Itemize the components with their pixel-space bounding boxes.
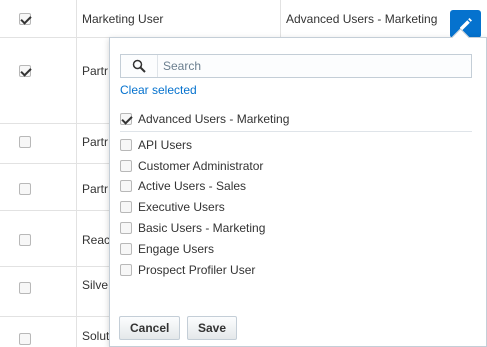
search-input[interactable] [163,57,463,75]
option-label: Basic Users - Marketing [138,221,266,235]
option-label: Engage Users [138,242,215,256]
table-row: Marketing User Advanced Users - Marketin… [0,0,487,38]
options-divider [120,131,472,132]
option-checkbox[interactable] [120,139,132,151]
group-picker-popup: Clear selected Advanced Users - Marketin… [109,37,487,347]
option-checkbox[interactable] [120,243,132,255]
option-label: Customer Administrator [138,159,264,173]
save-button[interactable]: Save [187,316,238,340]
row-user-name: Marketing User [82,12,164,26]
column-divider [280,0,281,38]
cancel-button[interactable]: Cancel [119,316,181,340]
row-user-name: Partr [82,64,109,78]
search-box [120,54,472,78]
search-icon [132,59,146,73]
option-label: Active Users - Sales [138,179,247,193]
option-checkbox[interactable] [120,222,132,234]
search-icon-container [121,55,158,77]
row-user-name: Partr [82,135,109,149]
row-checkbox[interactable] [19,13,31,25]
option-checkbox[interactable] [120,201,132,213]
option-label: Executive Users [138,200,225,214]
row-checkbox[interactable] [19,183,31,195]
clear-selected-link[interactable]: Clear selected [120,83,197,97]
row-user-name: Partr [82,182,109,196]
row-checkbox[interactable] [19,282,31,294]
option-checkbox[interactable] [120,180,132,192]
option-checkbox[interactable] [120,264,132,276]
row-user-name: Silve [82,278,109,292]
option-checkbox[interactable] [120,113,132,125]
row-checkbox[interactable] [19,65,31,77]
column-divider [76,0,77,347]
row-checkbox[interactable] [19,234,31,246]
row-user-groups: Advanced Users - Marketing [286,12,438,26]
row-checkbox[interactable] [19,333,31,345]
row-user-name: Reac [82,233,111,247]
option-checkbox[interactable] [120,160,132,172]
option-label: Prospect Profiler User [138,263,256,277]
row-checkbox[interactable] [19,136,31,148]
option-label: API Users [138,138,193,152]
row-user-name: Solut [82,329,110,343]
option-label: Advanced Users - Marketing [138,112,290,126]
